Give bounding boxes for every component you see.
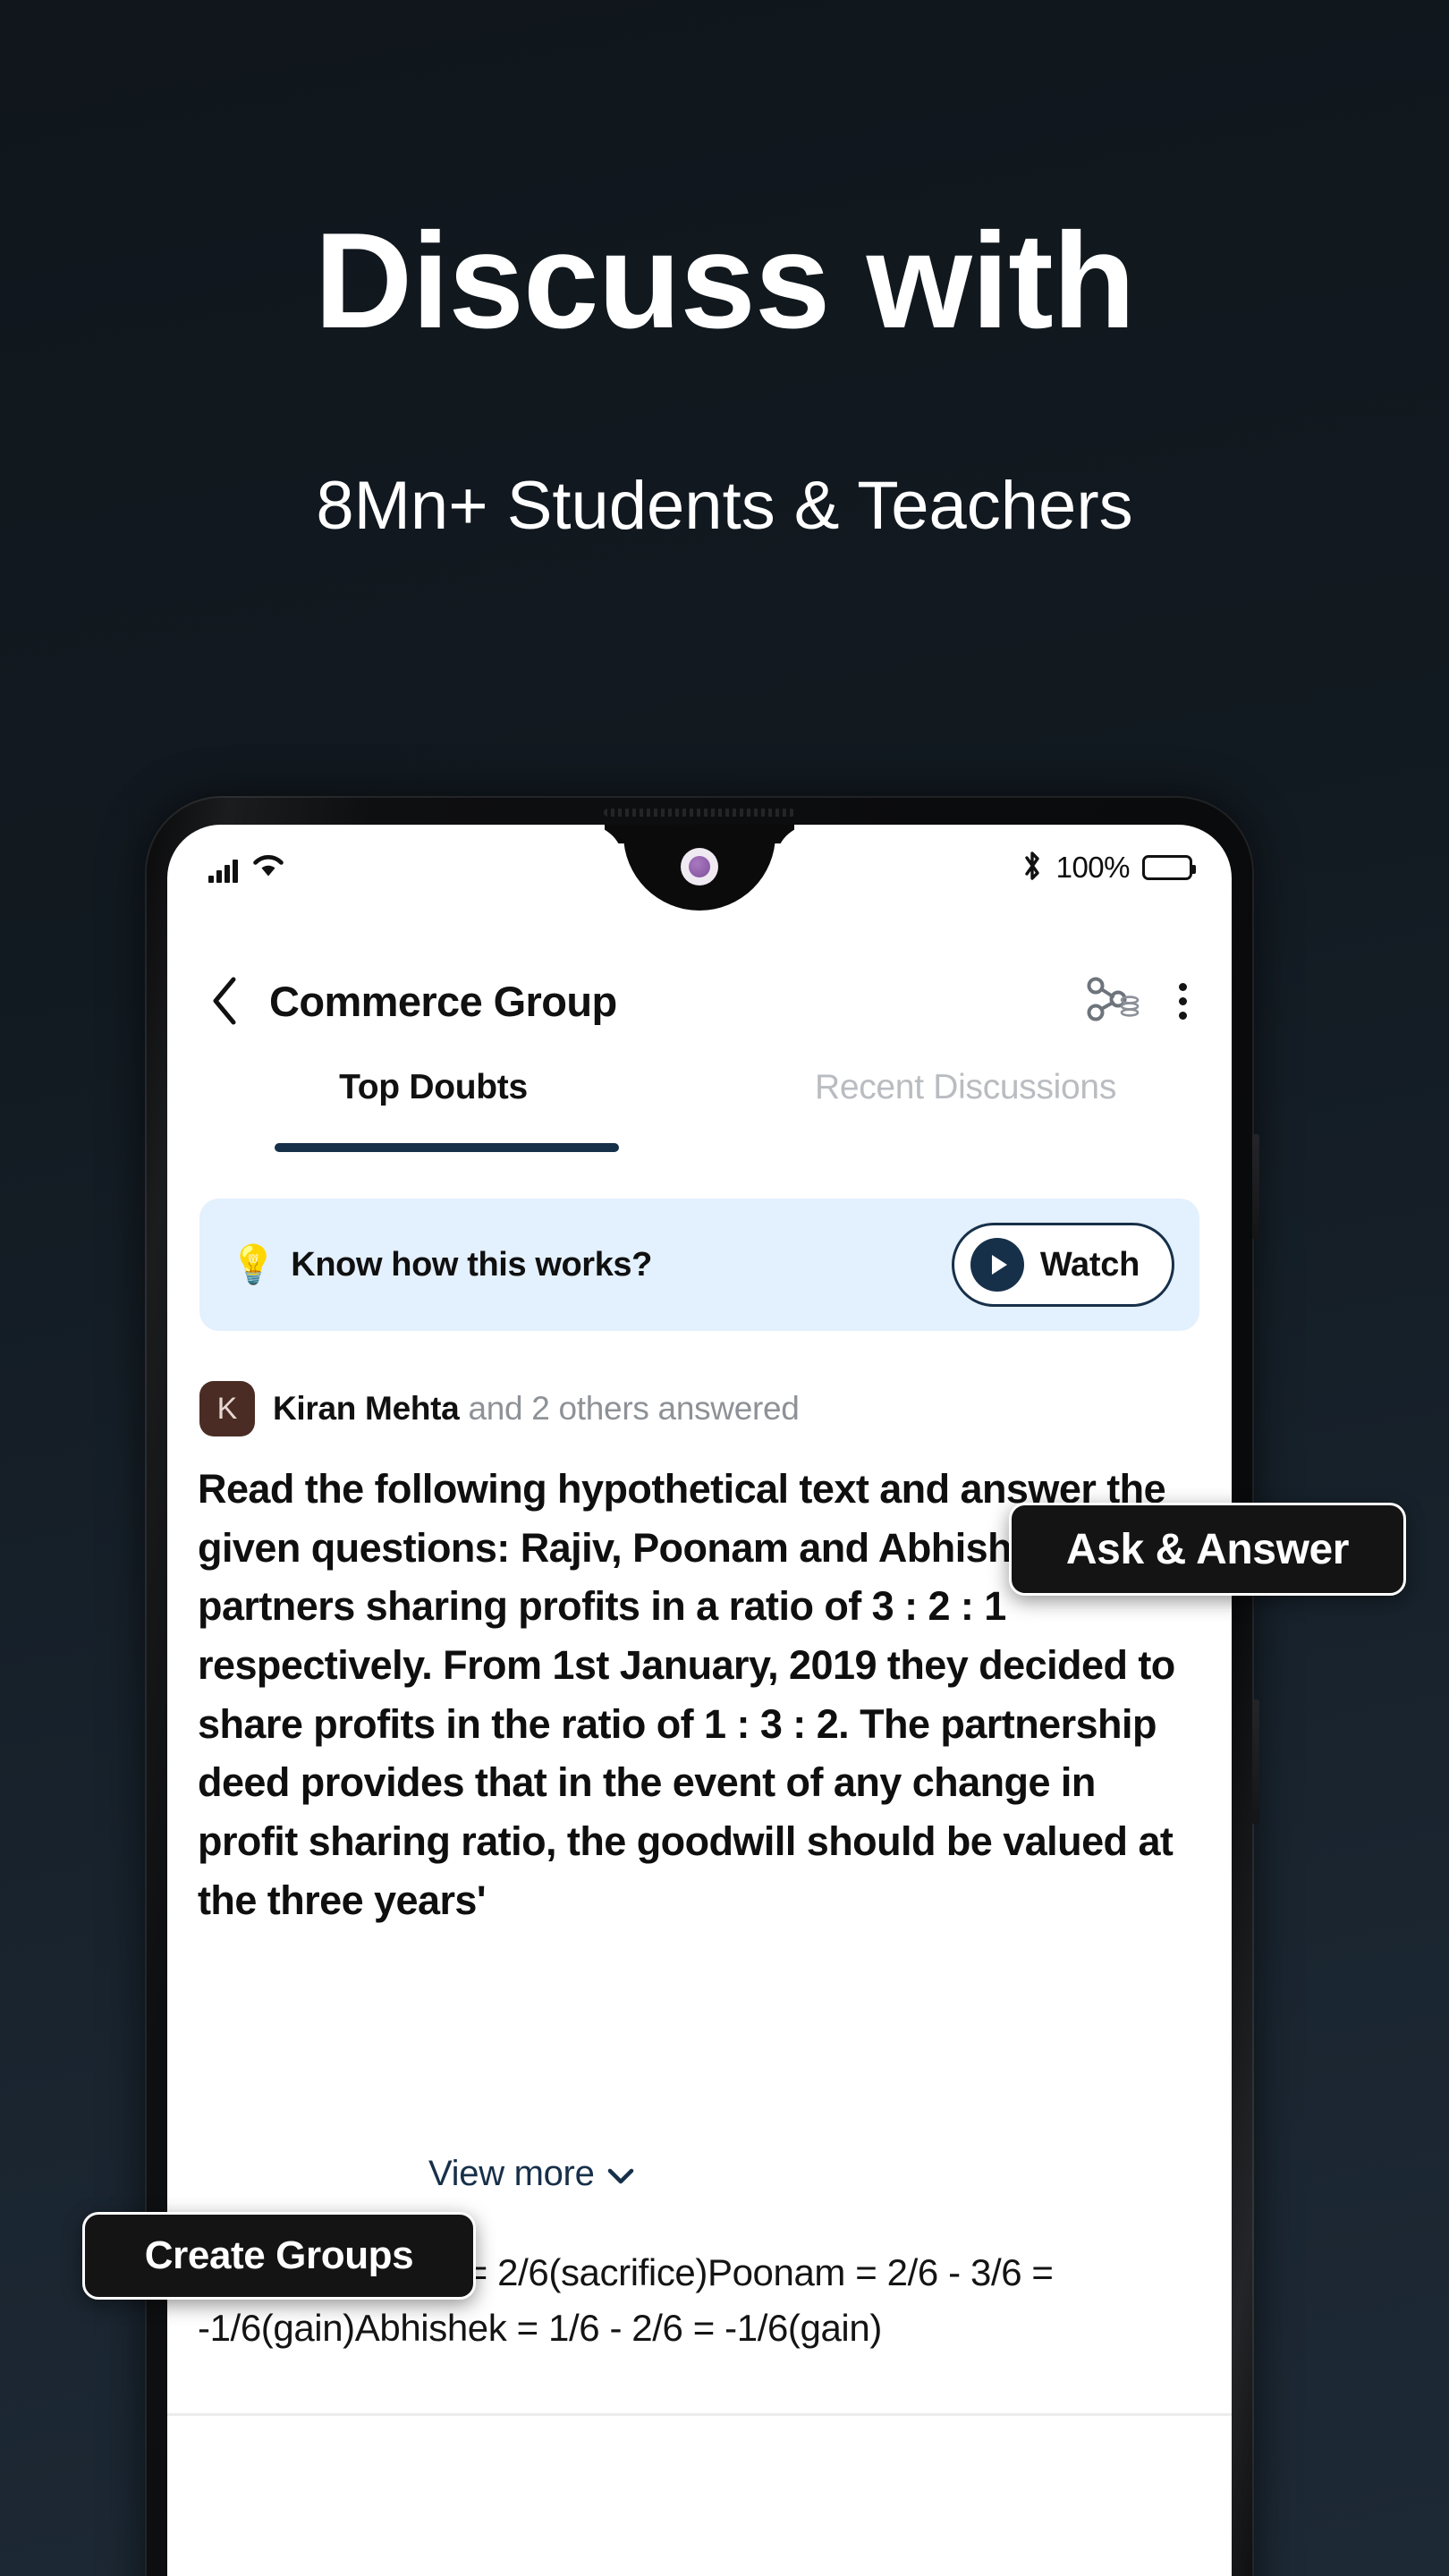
battery-full-icon — [1142, 855, 1196, 880]
view-more-label: View more — [428, 2154, 595, 2193]
power-button[interactable] — [1252, 1134, 1259, 1240]
watch-button[interactable]: Watch — [951, 1223, 1174, 1307]
watch-button-label: Watch — [1039, 1245, 1140, 1284]
tab-top-doubts[interactable]: Top Doubts — [167, 1068, 699, 1129]
signal-bars-icon — [208, 859, 238, 883]
front-camera-icon — [681, 848, 718, 886]
callout-ask-answer: Ask & Answer — [1009, 1503, 1406, 1596]
page-title: Discuss with — [314, 205, 1135, 357]
promo-screenshot: Discuss with 8Mn+ Students & Teachers 10… — [0, 0, 1449, 2576]
callout-create-groups: Create Groups — [82, 2212, 476, 2300]
tab-bar: Top Doubts Recent Discussions — [167, 1068, 1232, 1129]
earpiece-speaker — [604, 809, 795, 817]
app-header: Commerce Group — [167, 952, 1232, 1050]
wifi-icon — [252, 853, 284, 883]
tab-recent-discussions[interactable]: Recent Discussions — [699, 1068, 1232, 1129]
content-divider — [167, 2413, 1232, 2416]
page-subtitle: 8Mn+ Students & Teachers — [316, 468, 1133, 544]
lightbulb-icon: 💡 — [230, 1243, 277, 1285]
group-title: Commerce Group — [269, 977, 617, 1025]
phone-device-frame: 100% Commerce Group Top Doubts Recent Di… — [145, 796, 1259, 2576]
author-name[interactable]: Kiran Mehta — [273, 1390, 460, 1427]
how-it-works-banner: 💡 Know how this works? Watch — [199, 1199, 1199, 1331]
active-tab-indicator — [275, 1143, 619, 1152]
share-coins-icon[interactable] — [1086, 973, 1141, 1030]
post-author-row: K Kiran Mehta and 2 others answered — [199, 1381, 800, 1436]
battery-percent-label: 100% — [1055, 851, 1131, 884]
banner-label: Know how this works? — [291, 1245, 652, 1284]
bluetooth-icon — [1021, 849, 1044, 887]
chevron-down-icon — [607, 2154, 634, 2194]
back-button[interactable] — [196, 972, 253, 1030]
author-meta: and 2 others answered — [468, 1390, 800, 1427]
phone-screen: 100% Commerce Group Top Doubts Recent Di… — [167, 825, 1232, 2576]
view-more-button[interactable]: View more — [428, 2154, 634, 2194]
kebab-menu-icon[interactable] — [1168, 978, 1198, 1025]
volume-button[interactable] — [1252, 1699, 1259, 1825]
avatar: K — [199, 1381, 255, 1436]
play-icon — [970, 1238, 1024, 1292]
